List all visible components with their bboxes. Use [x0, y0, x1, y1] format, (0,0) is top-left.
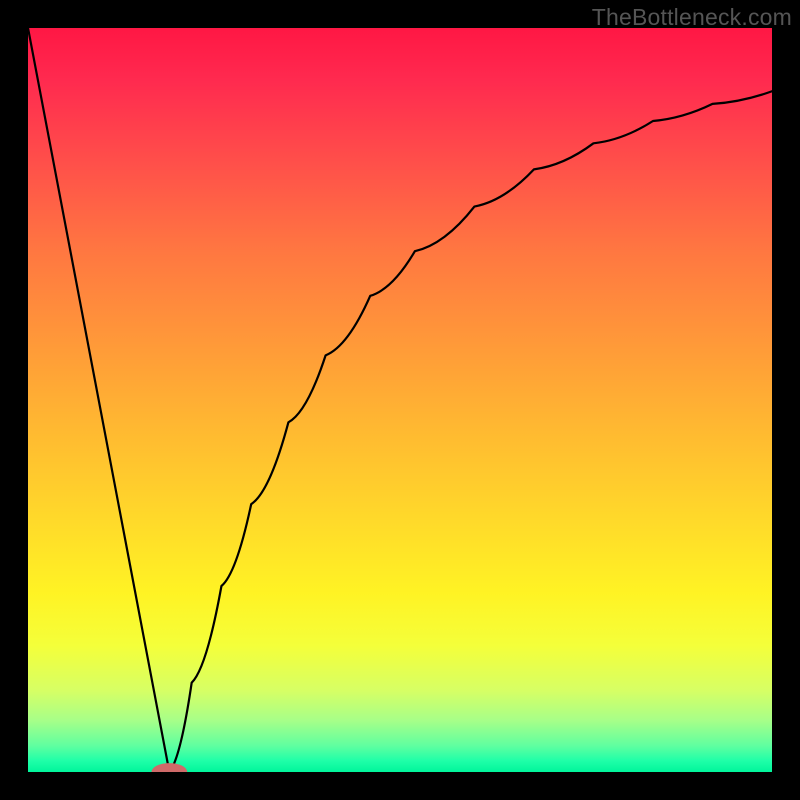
plot-area — [28, 28, 772, 772]
gradient-background — [28, 28, 772, 772]
watermark-text: TheBottleneck.com — [592, 4, 792, 31]
chart-frame: TheBottleneck.com — [0, 0, 800, 800]
chart-svg — [28, 28, 772, 772]
